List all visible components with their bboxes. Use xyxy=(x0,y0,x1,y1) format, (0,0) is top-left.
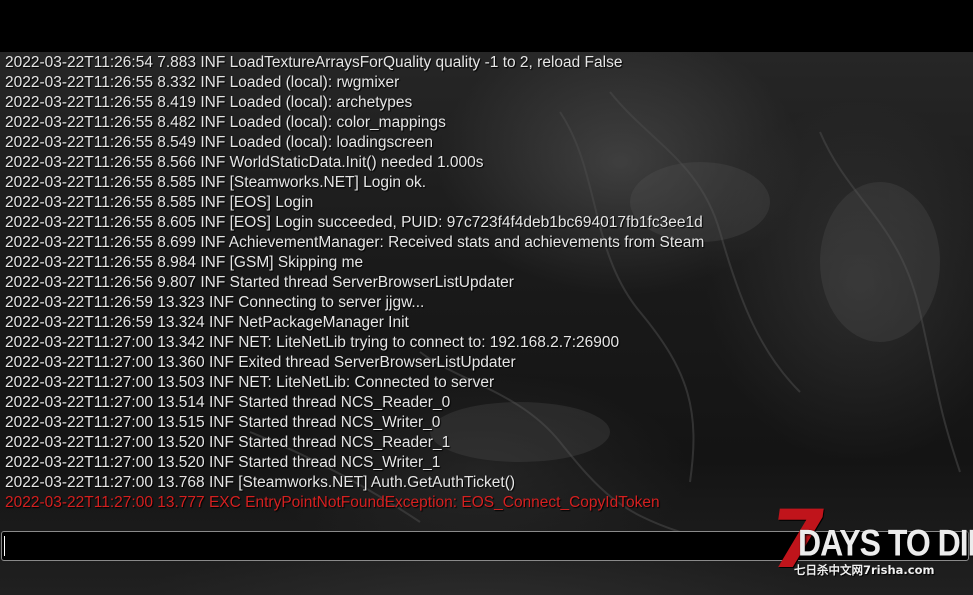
console-log-line: 2022-03-22T11:27:00 13.503 INF NET: Lite… xyxy=(5,374,495,391)
console-log-line: 2022-03-22T11:27:00 13.514 INF Started t… xyxy=(5,394,451,411)
console-log-line: 2022-03-22T11:26:59 13.323 INF Connectin… xyxy=(5,294,425,311)
console-log-line: 2022-03-22T11:27:00 13.520 INF Started t… xyxy=(5,454,441,471)
top-letterbox-bar xyxy=(0,0,973,52)
console-log-line: 2022-03-22T11:27:00 13.360 INF Exited th… xyxy=(5,354,516,371)
console-log-line: 2022-03-22T11:26:55 8.332 INF Loaded (lo… xyxy=(5,74,400,91)
console-log-line: 2022-03-22T11:26:55 8.585 INF [EOS] Logi… xyxy=(5,194,314,211)
console-log-line: 2022-03-22T11:26:54 7.883 INF LoadTextur… xyxy=(5,54,623,71)
text-caret xyxy=(4,536,5,556)
logo-watermark-subtitle: 七日杀中文网7risha.com xyxy=(794,563,935,577)
console-log-line: 2022-03-22T11:26:59 13.324 INF NetPackag… xyxy=(5,314,409,331)
console-log-line: 2022-03-22T11:26:55 8.585 INF [Steamwork… xyxy=(5,174,427,191)
console-log-line: 2022-03-22T11:27:00 13.342 INF NET: Lite… xyxy=(5,334,620,351)
7-days-to-die-logo: 7 DAYS TO DIE® 七日杀中文网7risha.com xyxy=(764,493,973,586)
game-console-screen: 2022-03-22T11:26:54 7.736 INF [GSM] Game… xyxy=(0,0,973,595)
console-log-line: 2022-03-22T11:27:00 13.515 INF Started t… xyxy=(5,414,441,431)
console-log-line: 2022-03-22T11:26:55 8.482 INF Loaded (lo… xyxy=(5,114,446,131)
console-log-line: 2022-03-22T11:26:55 8.419 INF Loaded (lo… xyxy=(5,94,413,111)
console-log-line: 2022-03-22T11:26:55 8.549 INF Loaded (lo… xyxy=(5,134,433,151)
console-log-line: 2022-03-22T11:27:00 13.768 INF [Steamwor… xyxy=(5,474,516,491)
console-log-line: 2022-03-22T11:26:56 9.807 INF Started th… xyxy=(5,274,514,291)
logo-title: DAYS TO DIE® xyxy=(798,522,973,563)
logo-title-text: DAYS TO DIE xyxy=(798,522,973,564)
console-log-line: 2022-03-22T11:26:55 8.984 INF [GSM] Skip… xyxy=(5,254,364,271)
console-log-line: 2022-03-22T11:26:55 8.699 INF Achievemen… xyxy=(5,234,705,251)
console-log-line: 2022-03-22T11:26:55 8.605 INF [EOS] Logi… xyxy=(5,214,703,231)
console-log-line: 2022-03-22T11:26:55 8.566 INF WorldStati… xyxy=(5,154,484,171)
console-log-line: 2022-03-22T11:27:00 13.520 INF Started t… xyxy=(5,434,451,451)
console-log: 2022-03-22T11:26:54 7.736 INF [GSM] Game… xyxy=(5,33,965,513)
